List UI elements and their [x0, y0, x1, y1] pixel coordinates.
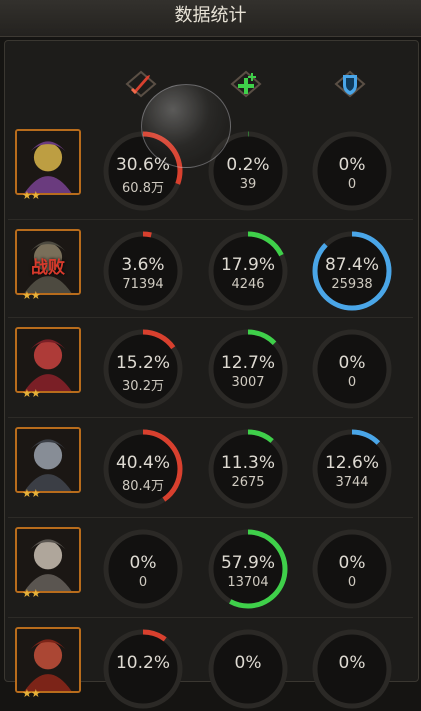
page-title: 数据统计 [174, 5, 247, 26]
defeated-label: 战败 [31, 258, 65, 278]
stat-count: 3007 [231, 375, 265, 390]
stat-gauge-heal: 17.9% 4246 [206, 229, 290, 313]
stat-percent: 87.4% [324, 255, 379, 275]
hero-star-rating: ★★ [22, 587, 41, 600]
stat-percent: 0.2% [226, 155, 270, 175]
hero-star-rating: ★★ [22, 387, 41, 400]
stat-gauge-heal: 12.7% 3007 [206, 327, 290, 411]
stat-gauge-shield: 0% 0 [310, 527, 394, 611]
stat-gauge-heal: 0.2% 39 [206, 129, 290, 213]
stat-percent: 0% [234, 653, 262, 673]
stat-count: 0 [347, 177, 357, 192]
stat-percent: 12.7% [220, 353, 275, 373]
stat-count: 71394 [122, 277, 164, 292]
stat-gauge-heal: 0% [206, 627, 290, 711]
stat-gauge-damage: 10.2% [101, 627, 185, 711]
stat-percent: 40.4% [115, 453, 170, 473]
stat-count: 39 [239, 177, 257, 192]
stat-percent: 11.3% [220, 453, 275, 473]
row-divider [8, 219, 413, 220]
hero-portrait [17, 429, 79, 491]
hero-star-rating: ★★ [22, 487, 41, 500]
stat-count: 25938 [331, 277, 373, 292]
sword-damage-icon [121, 64, 161, 104]
stat-percent: 3.6% [121, 255, 165, 275]
stat-gauge-damage: 30.6% 60.8万 [101, 129, 185, 213]
stat-percent: 57.9% [220, 553, 275, 573]
stat-count: 2675 [231, 475, 265, 490]
stat-gauge-shield: 0% [310, 627, 394, 711]
stat-percent: 0% [338, 653, 366, 673]
hero-portrait [17, 529, 79, 591]
stat-count: 13704 [227, 575, 269, 590]
hero-avatar[interactable] [15, 129, 81, 195]
stat-gauge-damage: 40.4% 80.4万 [101, 427, 185, 511]
stat-percent: 12.6% [324, 453, 379, 473]
stat-percent: 17.9% [220, 255, 275, 275]
hero-avatar[interactable] [15, 627, 81, 693]
stat-percent: 0% [338, 353, 366, 373]
blue-shield-icon [330, 64, 370, 104]
hero-star-rating: ★★ [22, 289, 41, 302]
hero-avatar[interactable] [15, 327, 81, 393]
stat-gauge-shield: 0% 0 [310, 327, 394, 411]
row-divider [8, 617, 413, 618]
hero-portrait [17, 329, 79, 391]
stat-percent: 0% [338, 155, 366, 175]
stat-count: 80.4万 [122, 479, 164, 494]
stat-percent: 10.2% [115, 653, 170, 673]
stat-count: 3744 [335, 475, 369, 490]
hero-avatar[interactable]: 战败 [15, 229, 81, 295]
stat-gauge-shield: 87.4% 25938 [310, 229, 394, 313]
hero-avatar[interactable] [15, 427, 81, 493]
stat-count: 4246 [231, 277, 265, 292]
row-divider [8, 417, 413, 418]
stat-count: 0 [138, 575, 148, 590]
stat-gauge-damage: 15.2% 30.2万 [101, 327, 185, 411]
stat-percent: 15.2% [115, 353, 170, 373]
stat-count: 0 [347, 375, 357, 390]
stat-percent: 0% [338, 553, 366, 573]
row-divider [8, 517, 413, 518]
stat-count: 60.8万 [122, 181, 164, 196]
stat-gauge-shield: 0% 0 [310, 129, 394, 213]
stat-gauge-shield: 12.6% 3744 [310, 427, 394, 511]
stat-gauge-damage: 3.6% 71394 [101, 229, 185, 313]
hero-star-rating: ★★ [22, 687, 41, 700]
stat-percent: 0% [129, 553, 157, 573]
stat-count: 30.2万 [122, 379, 164, 394]
row-divider [8, 317, 413, 318]
page-title-bar: 数据统计 [0, 0, 421, 37]
stat-gauge-heal: 11.3% 2675 [206, 427, 290, 511]
hero-avatar[interactable] [15, 527, 81, 593]
stat-percent: 30.6% [115, 155, 170, 175]
hero-portrait [17, 629, 79, 691]
stat-gauge-damage: 0% 0 [101, 527, 185, 611]
stat-gauge-heal: 57.9% 13704 [206, 527, 290, 611]
green-cross-heal-icon [226, 64, 266, 104]
stat-count: 0 [347, 575, 357, 590]
hero-portrait [17, 131, 79, 193]
hero-star-rating: ★★ [22, 189, 41, 202]
